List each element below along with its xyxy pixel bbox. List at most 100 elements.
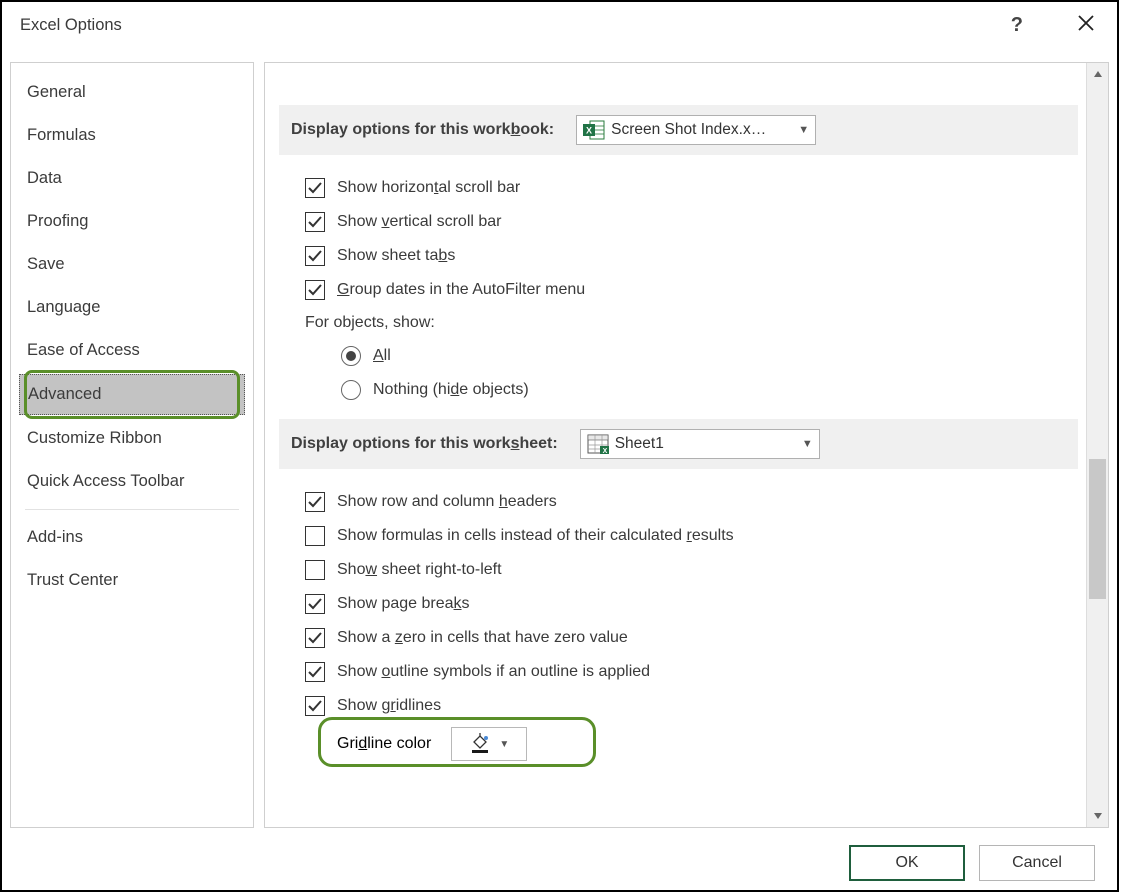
sidebar-item-customize-ribbon[interactable]: Customize Ribbon [11, 417, 253, 460]
sidebar-item-label: Proofing [27, 212, 88, 230]
checkbox-icon [305, 280, 325, 300]
checkbox-icon [305, 560, 325, 580]
checkbox-headers[interactable]: Show row and column headers [305, 485, 1078, 519]
sidebar-item-label: Language [27, 298, 100, 316]
excel-options-dialog: Excel Options ? General Formulas Data Pr… [0, 0, 1119, 892]
combo-value: Sheet1 [615, 435, 664, 453]
radio-label: All [373, 347, 391, 365]
dialog-footer: OK Cancel [2, 836, 1117, 890]
chevron-down-icon: ▼ [802, 438, 813, 450]
sidebar-item-label: Trust Center [27, 571, 118, 589]
checkbox-label: Show sheet right-to-left [337, 561, 502, 579]
checkbox-label: Show a zero in cells that have zero valu… [337, 629, 628, 647]
cancel-button[interactable]: Cancel [979, 845, 1095, 881]
help-icon[interactable]: ? [1011, 14, 1023, 37]
sidebar-item-label: General [27, 83, 86, 101]
sidebar-item-label: Advanced [28, 385, 101, 403]
titlebar-buttons: ? [1011, 14, 1095, 37]
checkbox-label: Show page breaks [337, 595, 470, 613]
checkbox-label: Show sheet tabs [337, 247, 455, 265]
checkbox-group-dates[interactable]: Group dates in the AutoFilter menu [305, 273, 1078, 307]
checkbox-icon [305, 212, 325, 232]
checkbox-vertical-scroll[interactable]: Show vertical scroll bar [305, 205, 1078, 239]
sidebar-item-formulas[interactable]: Formulas [11, 114, 253, 157]
checkbox-icon [305, 628, 325, 648]
scroll-up-icon[interactable] [1087, 63, 1108, 85]
sidebar-item-proofing[interactable]: Proofing [11, 200, 253, 243]
scroll-thumb[interactable] [1089, 459, 1106, 599]
sidebar-item-language[interactable]: Language [11, 286, 253, 329]
gridline-color-label: Gridline color [337, 735, 431, 753]
checkbox-icon [305, 526, 325, 546]
sidebar-divider [25, 509, 239, 510]
radio-icon [341, 346, 361, 366]
radio-icon [341, 380, 361, 400]
objects-label: For objects, show: [305, 307, 1078, 339]
sidebar-item-add-ins[interactable]: Add-ins [11, 516, 253, 559]
radio-all[interactable]: All [341, 339, 1078, 373]
checkbox-icon [305, 594, 325, 614]
sidebar-item-data[interactable]: Data [11, 157, 253, 200]
checkbox-label: Show outline symbols if an outline is ap… [337, 663, 650, 681]
sidebar-item-label: Formulas [27, 126, 96, 144]
checkbox-label: Show formulas in cells instead of their … [337, 527, 734, 545]
scroll-track[interactable] [1087, 85, 1108, 805]
checkbox-gridlines[interactable]: Show gridlines [305, 689, 1078, 723]
chevron-down-icon: ▼ [499, 739, 509, 750]
sidebar-item-label: Add-ins [27, 528, 83, 546]
combo-value: Screen Shot Index.x… [611, 121, 766, 139]
gridline-color-picker[interactable]: ▼ [451, 727, 527, 761]
sidebar-item-save[interactable]: Save [11, 243, 253, 286]
fill-color-icon [469, 731, 491, 758]
section-title: Display options for this workbook: [291, 121, 554, 139]
titlebar: Excel Options ? [2, 2, 1117, 48]
sidebar-item-general[interactable]: General [11, 71, 253, 114]
checkbox-sheet-tabs[interactable]: Show sheet tabs [305, 239, 1078, 273]
checkbox-icon [305, 178, 325, 198]
checkbox-zero[interactable]: Show a zero in cells that have zero valu… [305, 621, 1078, 655]
sidebar-item-ease-of-access[interactable]: Ease of Access [11, 329, 253, 372]
checkbox-formulas[interactable]: Show formulas in cells instead of their … [305, 519, 1078, 553]
worksheet-icon: X [587, 434, 609, 454]
dialog-title: Excel Options [20, 16, 122, 35]
objects-radio-group: All Nothing (hide objects) [305, 339, 1078, 407]
scroll-down-icon[interactable] [1087, 805, 1108, 827]
dialog-body: General Formulas Data Proofing Save Lang… [2, 48, 1117, 836]
svg-text:X: X [586, 126, 592, 136]
section-worksheet-header: Display options for this worksheet: X Sh… [279, 419, 1078, 469]
vertical-scrollbar[interactable] [1086, 63, 1108, 827]
content-wrapper: Display options for this workbook: X Scr… [264, 62, 1109, 828]
workbook-combo[interactable]: X Screen Shot Index.x… ▼ [576, 115, 816, 145]
checkbox-icon [305, 492, 325, 512]
checkbox-label: Group dates in the AutoFilter menu [337, 281, 585, 299]
checkbox-icon [305, 246, 325, 266]
checkbox-label: Show horizontal scroll bar [337, 179, 520, 197]
close-icon[interactable] [1077, 14, 1095, 37]
sidebar-item-trust-center[interactable]: Trust Center [11, 559, 253, 602]
worksheet-combo[interactable]: X Sheet1 ▼ [580, 429, 820, 459]
sidebar-item-label: Save [27, 255, 65, 273]
radio-label: Nothing (hide objects) [373, 381, 529, 399]
checkbox-horizontal-scroll[interactable]: Show horizontal scroll bar [305, 171, 1078, 205]
gridline-color-row: Gridline color ▼ [305, 723, 1078, 765]
workbook-options: Show horizontal scroll bar Show vertical… [279, 171, 1078, 407]
checkbox-outline[interactable]: Show outline symbols if an outline is ap… [305, 655, 1078, 689]
worksheet-options: Show row and column headers Show formula… [279, 485, 1078, 765]
checkbox-icon [305, 662, 325, 682]
sidebar-item-label: Ease of Access [27, 341, 140, 359]
checkbox-label: Show row and column headers [337, 493, 557, 511]
content-area: Display options for this workbook: X Scr… [265, 63, 1086, 827]
checkbox-icon [305, 696, 325, 716]
section-title: Display options for this worksheet: [291, 435, 558, 453]
section-workbook-header: Display options for this workbook: X Scr… [279, 105, 1078, 155]
checkbox-label: Show gridlines [337, 697, 441, 715]
checkbox-page-breaks[interactable]: Show page breaks [305, 587, 1078, 621]
sidebar-item-quick-access-toolbar[interactable]: Quick Access Toolbar [11, 460, 253, 503]
ok-button[interactable]: OK [849, 845, 965, 881]
checkbox-rtl[interactable]: Show sheet right-to-left [305, 553, 1078, 587]
excel-file-icon: X [583, 120, 605, 140]
sidebar-item-advanced[interactable]: Advanced [19, 374, 245, 415]
radio-nothing[interactable]: Nothing (hide objects) [341, 373, 1078, 407]
sidebar-item-label: Quick Access Toolbar [27, 472, 184, 490]
sidebar-item-label: Customize Ribbon [27, 429, 162, 447]
